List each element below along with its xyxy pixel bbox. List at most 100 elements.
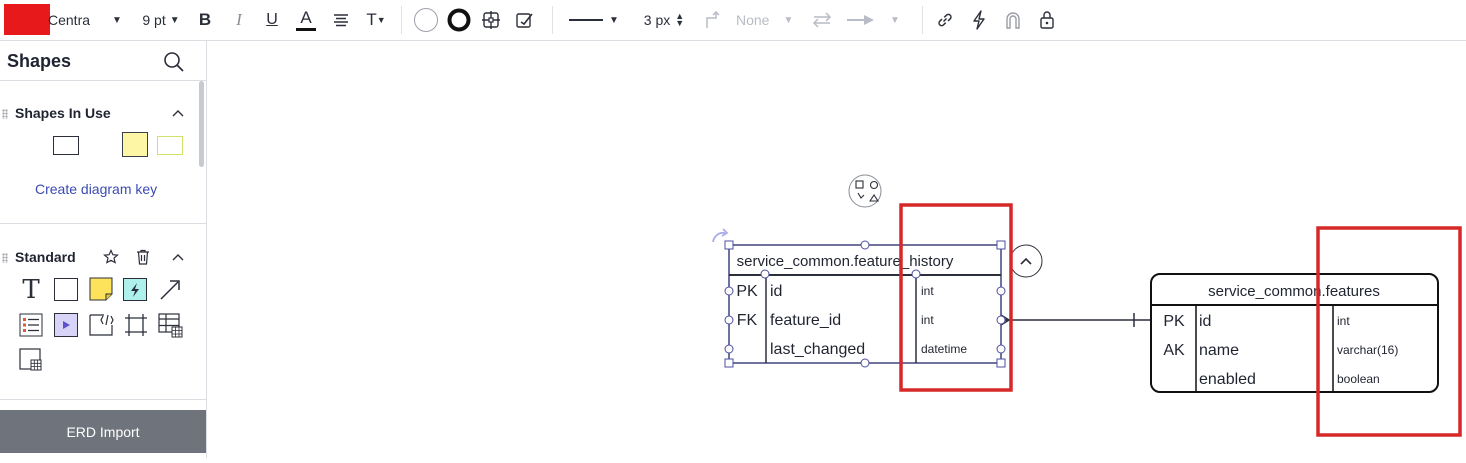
resize-handle[interactable] (996, 240, 1006, 250)
text-options-button[interactable]: T ▼ (364, 0, 388, 40)
magnet-button[interactable] (1002, 0, 1024, 40)
panel-title: Shapes (7, 51, 72, 71)
row-field[interactable]: id (1199, 313, 1211, 330)
row-field[interactable]: feature_id (770, 312, 841, 329)
create-diagram-key-link[interactable]: Create diagram key (35, 181, 157, 197)
line-style-dropdown[interactable]: ▼ (568, 0, 620, 40)
connection-point[interactable] (860, 240, 870, 250)
text-shape[interactable]: T (18, 275, 44, 305)
toolbar-divider (922, 6, 923, 34)
arrow-start-dropdown[interactable]: None ▼ (736, 0, 800, 40)
trash-icon (137, 249, 149, 265)
resize-handle[interactable] (724, 358, 734, 368)
connection-point[interactable] (760, 269, 770, 279)
text-color-button[interactable]: A (295, 0, 317, 40)
table-name[interactable]: service_common.features (1208, 283, 1380, 300)
diagonal-arrow-icon (160, 280, 180, 300)
table-name[interactable]: service_common.feature_history (737, 253, 954, 270)
connection-point[interactable] (996, 344, 1006, 354)
favorite-library-button[interactable] (102, 248, 120, 266)
resize-handle[interactable] (724, 240, 734, 250)
row-type[interactable]: datetime (921, 342, 967, 356)
frame-shape[interactable] (124, 313, 148, 337)
swap-shape-button[interactable] (848, 174, 882, 208)
swap-arrows-icon (812, 12, 832, 28)
thick-ring-icon (447, 8, 471, 32)
embed-shape[interactable] (89, 312, 115, 338)
font-size-dropdown[interactable]: 9 pt ▼ (138, 0, 184, 40)
panel-scrollbar[interactable] (199, 81, 204, 167)
row-type[interactable]: int (921, 284, 934, 298)
connection-point[interactable] (996, 315, 1006, 325)
table-card-shape[interactable] (19, 348, 43, 372)
row-key: PK (736, 283, 758, 300)
note-shape[interactable] (122, 132, 148, 157)
rotate-handle[interactable] (712, 228, 729, 243)
font-family-dropdown[interactable]: Centra ▼ (48, 0, 128, 40)
line-width-value: 3 px (643, 12, 671, 28)
border-style-button[interactable] (445, 0, 473, 40)
elbow-connector-icon (706, 11, 720, 28)
line-width-stepper[interactable]: 3 px ▲ ▼ (638, 0, 690, 40)
connection-point[interactable] (996, 286, 1006, 296)
fill-style-button[interactable] (412, 0, 440, 40)
connection-point[interactable] (724, 315, 734, 325)
erd-import-button[interactable]: ERD Import (0, 410, 206, 453)
diagram-canvas[interactable]: service_common.feature_history PK id int… (208, 41, 1466, 458)
entity-table-feature-history[interactable]: service_common.feature_history PK id int… (728, 244, 1002, 364)
swap-arrows-button[interactable] (810, 0, 834, 40)
row-type[interactable]: varchar(16) (1337, 343, 1398, 357)
align-center-icon (334, 14, 348, 27)
connection-point[interactable] (860, 358, 870, 368)
video-shape[interactable] (54, 313, 78, 337)
connection-point[interactable] (911, 269, 921, 279)
drag-handle-icon[interactable] (2, 253, 8, 263)
rectangle-shape[interactable] (53, 136, 79, 155)
bold-button[interactable]: B (194, 0, 216, 40)
arrow-line-shape[interactable] (158, 278, 182, 302)
empty-circle-icon (414, 8, 438, 32)
chevron-down-icon: ▼ (609, 14, 619, 26)
arrow-end-icon (847, 15, 874, 25)
row-field[interactable]: enabled (1199, 371, 1256, 388)
crosshair-frame-icon (482, 11, 500, 29)
outline-rectangle-shape[interactable] (157, 136, 183, 155)
underline-button[interactable]: U (261, 0, 283, 40)
row-type[interactable]: int (1337, 314, 1350, 328)
divider (0, 399, 206, 400)
row-field[interactable]: last_changed (770, 341, 865, 358)
row-type[interactable]: int (921, 313, 934, 327)
connection-point[interactable] (724, 286, 734, 296)
remove-library-button[interactable] (134, 248, 152, 266)
row-type[interactable]: boolean (1337, 372, 1380, 386)
sticky-note-shape[interactable] (89, 277, 113, 301)
action-button[interactable] (968, 0, 990, 40)
align-button[interactable] (330, 0, 352, 40)
insert-link-button[interactable] (934, 0, 956, 40)
line-shape-button[interactable] (702, 0, 724, 40)
entity-table-features[interactable]: service_common.features PK id int AK nam… (1150, 273, 1439, 393)
search-shapes-button[interactable] (163, 51, 185, 73)
drag-handle-icon[interactable] (2, 109, 8, 119)
connection-point[interactable] (724, 344, 734, 354)
list-shape[interactable] (19, 313, 43, 337)
row-field[interactable]: id (770, 283, 782, 300)
shapes-panel: Shapes Shapes In Use Create diagram key … (0, 41, 207, 458)
line-style-preview (569, 19, 604, 21)
italic-button[interactable]: I (228, 0, 250, 40)
stepper-arrows-icon: ▲ ▼ (675, 11, 685, 28)
collapse-section-button[interactable] (170, 249, 186, 265)
arrow-end-dropdown[interactable]: ▼ (846, 0, 906, 40)
table-shape[interactable] (158, 313, 184, 339)
row-field[interactable]: name (1199, 342, 1239, 359)
collapse-section-button[interactable] (170, 105, 186, 121)
resize-handle[interactable] (996, 358, 1006, 368)
fill-color-swatch[interactable] (4, 4, 50, 35)
action-shape[interactable] (123, 278, 147, 301)
format-painter-button[interactable] (514, 0, 536, 40)
block-shape[interactable] (54, 278, 78, 301)
position-button[interactable] (480, 0, 502, 40)
collapse-table-button[interactable] (1009, 244, 1043, 278)
lock-button[interactable] (1036, 0, 1058, 40)
chevron-down-icon: ▼ (376, 15, 386, 25)
